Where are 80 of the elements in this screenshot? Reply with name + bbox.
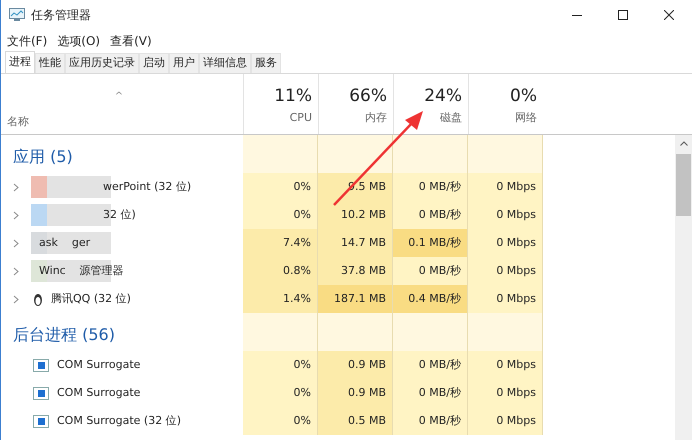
- group-title: 后台进程 (56): [13, 324, 115, 346]
- maximize-icon: [618, 10, 628, 20]
- column-header[interactable]: CPU: [290, 110, 312, 126]
- menu-item[interactable]: 选项(O): [57, 32, 100, 50]
- process-name: 腾讯QQ (32 位): [51, 290, 131, 307]
- chevron-icon[interactable]: [13, 238, 19, 248]
- process-name: COM Surrogate: [57, 356, 140, 373]
- process-name: Winc: [39, 262, 66, 279]
- table-cell: 0.9 MB: [318, 351, 393, 379]
- table-cell: 0.4 MB/秒: [393, 285, 468, 313]
- tab[interactable]: 应用历史记录: [65, 53, 139, 73]
- table-cell: 0%: [243, 201, 318, 229]
- table-cell: 0%: [243, 407, 318, 435]
- chevron-icon[interactable]: [13, 182, 19, 192]
- table-cell: 1.4%: [243, 285, 318, 313]
- table-cell: 37.8 MB: [318, 257, 393, 285]
- table-cell: 7.4%: [243, 229, 318, 257]
- table-cell: 0 MB/秒: [393, 351, 468, 379]
- table-cell: 0 Mbps: [468, 201, 543, 229]
- table-cell: 0 Mbps: [468, 173, 543, 201]
- monitor-icon: [9, 8, 25, 22]
- chevron-icon[interactable]: [13, 294, 19, 304]
- column-header[interactable]: 网络: [515, 110, 537, 126]
- menu-item[interactable]: 查看(V): [110, 32, 152, 50]
- chevron-icon[interactable]: [13, 266, 19, 276]
- usage-value: 66%: [349, 85, 387, 108]
- table-cell: 0 Mbps: [468, 407, 543, 435]
- column-header[interactable]: 磁盘: [440, 110, 462, 126]
- table-cell: 0.1 MB/秒: [393, 229, 468, 257]
- tab[interactable]: 用户: [169, 53, 199, 73]
- window-title: 任务管理器: [31, 7, 91, 24]
- column-header[interactable]: 名称: [7, 114, 237, 130]
- penguin-icon: [33, 292, 43, 306]
- table-cell: 0.8%: [243, 257, 318, 285]
- column-header[interactable]: 内存: [365, 110, 387, 126]
- table-cell: 0 Mbps: [468, 285, 543, 313]
- table-cell: 0.5 MB: [318, 407, 393, 435]
- table-cell: 0.9 MB: [318, 379, 393, 407]
- group-title: 应用 (5): [13, 146, 73, 168]
- tab[interactable]: 启动: [139, 53, 169, 73]
- window-icon: [33, 358, 49, 372]
- chevron-icon[interactable]: [13, 210, 19, 220]
- tab[interactable]: 服务: [251, 53, 281, 73]
- tab[interactable]: 详细信息: [199, 53, 251, 73]
- table-cell: 14.7 MB: [318, 229, 393, 257]
- table-cell: 0%: [243, 351, 318, 379]
- usage-value: 24%: [424, 85, 462, 108]
- minimize-icon: [572, 14, 582, 16]
- menu-item[interactable]: 文件(F): [7, 32, 48, 50]
- table-cell: 10.2 MB: [318, 201, 393, 229]
- process-name: ask: [39, 234, 58, 251]
- table-cell: 0%: [243, 173, 318, 201]
- window-icon: [33, 414, 49, 428]
- process-name: ger: [72, 234, 90, 251]
- tab[interactable]: 性能: [35, 53, 65, 73]
- table-cell: 0%: [243, 379, 318, 407]
- table-cell: 187.1 MB: [318, 285, 393, 313]
- table-cell: 0 Mbps: [468, 379, 543, 407]
- usage-value: 0%: [510, 85, 537, 108]
- scrollbar[interactable]: [675, 135, 692, 440]
- table-cell: 0 MB/秒: [393, 201, 468, 229]
- usage-value: 11%: [274, 85, 312, 108]
- table-cell: 0 MB/秒: [393, 379, 468, 407]
- process-name: 32 位): [103, 206, 136, 223]
- tab[interactable]: 进程: [5, 51, 35, 73]
- table-cell: 0 MB/秒: [393, 407, 468, 435]
- process-name: 源管理器: [80, 262, 124, 279]
- table-cell: 0 Mbps: [468, 351, 543, 379]
- process-name: werPoint (32 位): [103, 178, 192, 195]
- sort-indicator: ^: [114, 92, 124, 102]
- scroll-thumb[interactable]: [676, 154, 692, 216]
- table-cell: 0 Mbps: [468, 229, 543, 257]
- process-name: COM Surrogate: [57, 384, 140, 401]
- table-cell: 0 Mbps: [468, 257, 543, 285]
- table-cell: 0 MB/秒: [393, 257, 468, 285]
- process-name: COM Surrogate (32 位): [57, 412, 181, 429]
- scroll-up-icon[interactable]: [680, 141, 688, 146]
- window-icon: [33, 386, 49, 400]
- table-cell: 0 MB/秒: [393, 173, 468, 201]
- close-icon: [664, 10, 674, 20]
